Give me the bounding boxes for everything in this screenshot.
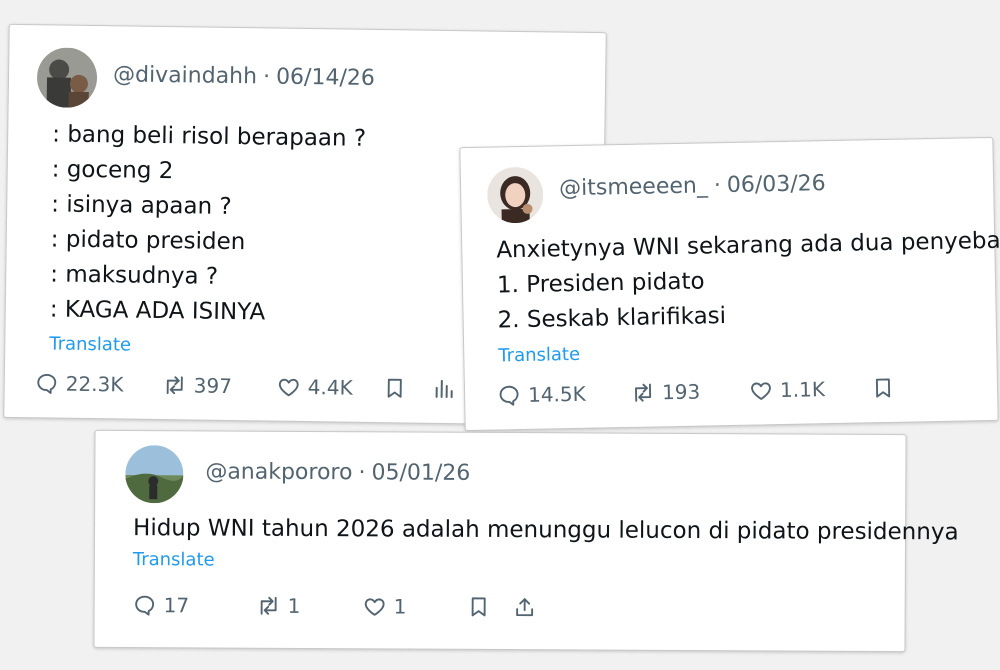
like-button[interactable]: 1.1K <box>749 377 825 402</box>
reply-button[interactable]: 14.5K <box>497 382 586 408</box>
tweet-text-line: : goceng 2 <box>51 156 174 185</box>
like-button[interactable]: 1 <box>363 594 407 619</box>
retweet-icon <box>166 376 183 395</box>
tweet-text-line: 2. Seskab klarifikasi <box>497 303 727 334</box>
bookmark-button[interactable] <box>383 376 407 400</box>
reply-count: 22.3K <box>65 371 124 397</box>
avatar[interactable] <box>125 445 184 504</box>
like-count: 1.1K <box>779 377 826 403</box>
tweet-text-line: Hidup WNI tahun 2026 adalah menunggu lel… <box>132 515 959 546</box>
reply-icon <box>135 595 155 616</box>
tweet-text-line: : bang beli risol berapaan ? <box>52 121 367 152</box>
like-icon <box>364 598 385 616</box>
bookmark-button[interactable] <box>871 376 895 400</box>
tweet-text-line: : pidato presiden <box>50 226 246 256</box>
like-icon <box>751 382 771 400</box>
tweet-date[interactable]: 05/01/26 <box>371 460 470 486</box>
tweet-date[interactable]: 06/14/26 <box>276 65 375 91</box>
tweet-card-anakpororo[interactable]: @anakpororo · 05/01/26 Hidup WNI tahun 202… <box>93 429 959 653</box>
user-handle[interactable]: @divaindahh <box>113 62 257 89</box>
user-handle[interactable]: @itsmeeeen_ <box>559 173 708 201</box>
retweet-icon <box>260 596 277 615</box>
translate-link[interactable]: Translate <box>498 344 580 367</box>
avatar-image <box>36 47 98 109</box>
tweet-card-itsmeeeen[interactable]: @itsmeeeen_ · 06/03/26 Anxietynya WNI seka… <box>459 136 1000 432</box>
reply-icon <box>37 373 57 394</box>
retweet-button[interactable]: 193 <box>631 379 701 405</box>
translate-link[interactable]: Translate <box>49 333 131 355</box>
avatar-image <box>486 166 544 224</box>
avatar[interactable] <box>486 166 544 224</box>
separator: · <box>358 460 366 486</box>
separator: · <box>262 64 271 90</box>
separator: · <box>713 173 722 199</box>
share-button[interactable] <box>513 595 537 619</box>
retweet-button[interactable]: 397 <box>163 373 233 398</box>
views-button[interactable] <box>433 377 457 401</box>
bookmark-icon <box>875 378 891 398</box>
reply-count: 17 <box>163 593 190 618</box>
tweet-meta: @divaindahh · 06/14/26 <box>113 62 375 91</box>
reply-button[interactable]: 22.3K <box>35 371 124 396</box>
tweet-text-line: 1. Presiden pidato <box>496 268 705 299</box>
reply-icon <box>499 385 519 406</box>
like-icon <box>278 378 299 397</box>
retweet-icon <box>635 383 652 402</box>
bookmark-button[interactable] <box>467 595 491 619</box>
bookmark-icon <box>471 597 486 617</box>
tweet-meta: @itsmeeeen_ · 06/03/26 <box>559 171 826 201</box>
reply-count: 14.5K <box>527 381 586 407</box>
avatar[interactable] <box>36 47 98 109</box>
retweet-count: 397 <box>193 373 233 398</box>
tweet-date[interactable]: 06/03/26 <box>727 171 826 198</box>
views-icon <box>435 379 453 399</box>
bookmark-icon <box>387 378 402 398</box>
reply-button[interactable]: 17 <box>133 593 190 618</box>
retweet-count: 1 <box>287 593 301 618</box>
tweet-text-line: : KAGA ADA ISINYA <box>49 296 266 326</box>
share-icon <box>516 598 534 617</box>
tweet-text-line: : maksudnya ? <box>50 261 219 290</box>
like-button[interactable]: 4.4K <box>277 375 353 400</box>
tweet-text-line: Anxietynya WNI sekarang ada dua penyebab… <box>496 227 1000 264</box>
avatar-image <box>125 445 184 504</box>
user-handle[interactable]: @anakpororo <box>205 459 352 485</box>
like-count: 4.4K <box>307 375 353 400</box>
retweet-button[interactable]: 1 <box>257 593 301 618</box>
translate-link[interactable]: Translate <box>133 549 215 570</box>
tweet-text-line: : isinya apaan ? <box>51 191 232 220</box>
like-count: 1 <box>393 594 407 619</box>
tweet-meta: @anakpororo · 05/01/26 <box>205 459 470 485</box>
retweet-count: 193 <box>661 379 701 405</box>
